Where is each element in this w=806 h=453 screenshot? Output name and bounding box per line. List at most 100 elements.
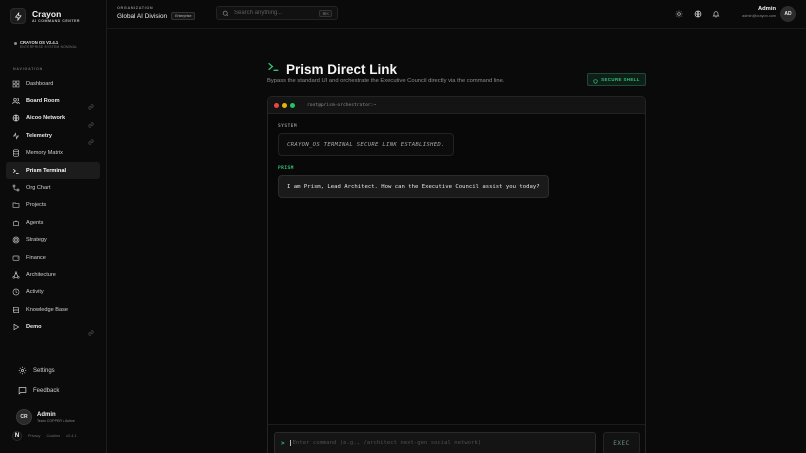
sidebar-item-label: Board Room xyxy=(26,98,60,105)
sidebar: Crayon AI COMMAND CENTER CRAYON OS V2.4.… xyxy=(0,0,107,453)
user-name: Admin xyxy=(37,411,56,418)
brand[interactable]: Crayon AI COMMAND CENTER xyxy=(10,8,80,24)
search-bar[interactable]: ⌘K xyxy=(216,6,338,20)
secure-shell-badge: SECURE SHELL xyxy=(587,73,646,86)
sidebar-item-finance[interactable]: Finance xyxy=(6,249,100,266)
avatar: CR xyxy=(16,409,32,425)
page-title: Prism Direct Link xyxy=(286,61,398,77)
org-chart-icon xyxy=(12,184,20,192)
org-switcher[interactable]: Global AI Division Enterprise xyxy=(117,12,196,20)
nav-section-label: NAVIGATION xyxy=(13,67,44,71)
sidebar-item-dashboard[interactable]: Dashboard xyxy=(6,75,100,92)
message-role-system: SYSTEM xyxy=(278,124,297,129)
sidebar-item-label: Dashboard xyxy=(26,80,54,87)
link-icon xyxy=(88,132,94,145)
sidebar-item-projects[interactable]: Projects xyxy=(6,197,100,214)
sidebar-item-label: Projects xyxy=(26,202,47,209)
sidebar-item-label: Strategy xyxy=(26,237,47,244)
terminal-window: root@prism-orchestrator:~ SYSTEM CRAYON_… xyxy=(267,96,646,453)
bolt-icon xyxy=(10,8,26,24)
footer-version: v2.4.1 xyxy=(66,434,77,438)
sidebar-item-label: Architecture xyxy=(26,271,56,278)
link-icon xyxy=(88,115,94,128)
command-input-row: > EXEC xyxy=(268,424,645,453)
command-field[interactable]: > xyxy=(274,432,596,453)
terminal-icon xyxy=(267,60,280,78)
wallet-icon xyxy=(12,254,20,262)
sidebar-item-label: Knowledge Base xyxy=(26,306,68,313)
link-icon xyxy=(88,97,94,110)
notification-bell-icon[interactable] xyxy=(711,9,720,18)
clock-icon xyxy=(12,288,20,296)
play-icon xyxy=(12,323,20,331)
network-icon xyxy=(12,271,20,279)
prism-message: I am Prism, Lead Architect. How can the … xyxy=(278,175,549,198)
window-minimize-dot[interactable] xyxy=(282,102,287,108)
feedback-label: Feedback xyxy=(33,388,60,394)
privacy-link[interactable]: Privacy xyxy=(28,434,40,438)
settings-button[interactable]: Settings xyxy=(18,362,55,380)
sidebar-item-memory-matrix[interactable]: Memory Matrix xyxy=(6,145,100,162)
gear-icon xyxy=(18,362,27,380)
system-version: CRAYON OS V2.4.1 ENTERPRISE SYSTEM NOMIN… xyxy=(14,40,77,49)
version-subtitle: ENTERPRISE SYSTEM NOMINAL xyxy=(20,45,78,49)
message-square-icon xyxy=(18,382,27,400)
exec-button[interactable]: EXEC xyxy=(603,432,640,453)
book-icon xyxy=(12,306,20,314)
command-input[interactable] xyxy=(289,440,590,446)
search-input[interactable] xyxy=(234,10,324,16)
sidebar-item-activity[interactable]: Activity xyxy=(6,284,100,301)
page-subtitle: Bypass the standard UI and orchestrate t… xyxy=(267,78,505,84)
sidebar-item-label: Finance xyxy=(26,254,46,261)
terminal-path: root@prism-orchestrator:~ xyxy=(307,102,377,108)
globe-icon xyxy=(12,114,20,122)
sidebar-footer: N Privacy Cookies v2.4.1 xyxy=(12,431,77,441)
sidebar-item-aicoo-network[interactable]: Aicoo Network xyxy=(6,110,100,128)
topbar: ORGANIZATION Global AI Division Enterpri… xyxy=(107,0,806,29)
org-name: Global AI Division xyxy=(117,12,168,20)
sidebar-item-knowledge-base[interactable]: Knowledge Base xyxy=(6,301,100,318)
cookies-link[interactable]: Cookies xyxy=(46,434,60,438)
database-icon xyxy=(12,149,20,157)
user-profile[interactable]: CR Admin Team COPPER • Active xyxy=(16,409,75,425)
grid-icon xyxy=(12,80,20,88)
page-header: Prism Direct Link xyxy=(267,60,397,78)
shield-icon xyxy=(593,71,598,89)
sidebar-item-label: Demo xyxy=(26,324,42,331)
settings-label: Settings xyxy=(33,368,55,374)
window-close-dot[interactable] xyxy=(274,102,279,108)
sidebar-item-label: Agents xyxy=(26,219,44,226)
sidebar-item-org-chart[interactable]: Org Chart xyxy=(6,179,100,196)
window-maximize-dot[interactable] xyxy=(290,102,295,108)
target-icon xyxy=(12,236,20,244)
brand-title: Crayon xyxy=(32,8,62,19)
sidebar-item-label: Aicoo Network xyxy=(26,115,66,122)
sidebar-item-prism-terminal[interactable]: Prism Terminal xyxy=(6,161,100,180)
app-root: Crayon AI COMMAND CENTER CRAYON OS V2.4.… xyxy=(0,0,806,453)
link-icon xyxy=(88,323,94,337)
sidebar-item-demo[interactable]: Demo xyxy=(6,318,100,337)
feedback-button[interactable]: Feedback xyxy=(18,382,59,400)
terminal-icon xyxy=(12,167,20,175)
sidebar-item-board-room[interactable]: Board Room xyxy=(6,92,100,110)
prompt-symbol: > xyxy=(281,439,285,447)
search-shortcut: ⌘K xyxy=(319,10,332,17)
status-dot-icon xyxy=(14,42,17,45)
sidebar-item-label: Prism Terminal xyxy=(26,167,66,174)
brand-subtitle: AI COMMAND CENTER xyxy=(32,18,81,23)
search-icon xyxy=(222,4,229,22)
sidebar-item-label: Memory Matrix xyxy=(26,150,63,157)
sidebar-item-telemetry[interactable]: Telemetry xyxy=(6,127,100,145)
sidebar-item-strategy[interactable]: Strategy xyxy=(6,232,100,249)
folder-icon xyxy=(12,201,20,209)
theme-toggle-sun-icon[interactable] xyxy=(674,9,683,18)
bot-icon xyxy=(12,219,20,227)
language-globe-icon[interactable] xyxy=(693,9,702,18)
sidebar-item-label: Activity xyxy=(26,289,44,296)
users-icon xyxy=(12,97,20,105)
sidebar-item-agents[interactable]: Agents xyxy=(6,214,100,231)
admin-name: Admin xyxy=(757,6,776,12)
user-meta: Team COPPER • Active xyxy=(37,418,75,423)
admin-avatar[interactable]: AD xyxy=(780,6,796,22)
sidebar-item-architecture[interactable]: Architecture xyxy=(6,266,100,283)
